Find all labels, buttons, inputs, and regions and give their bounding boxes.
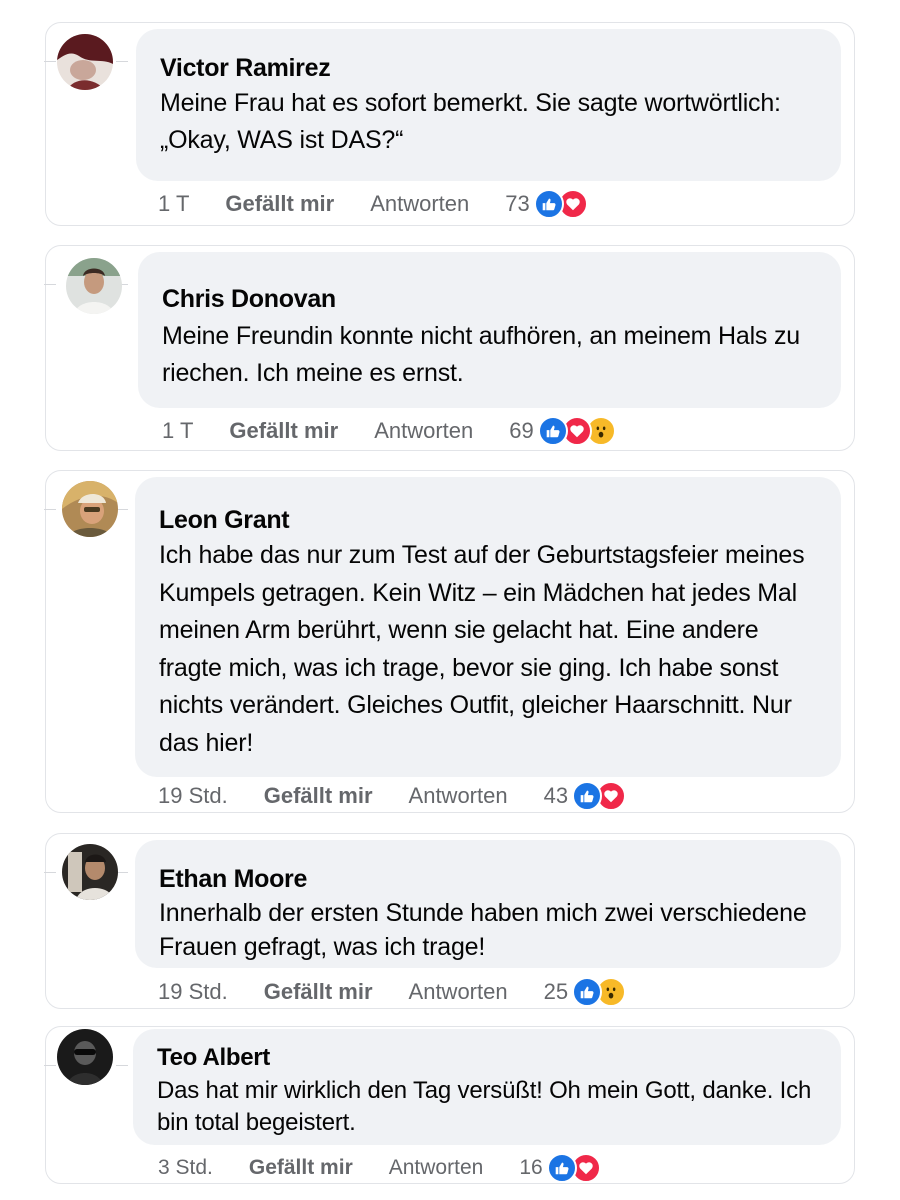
thread-line [44,284,56,285]
comment-time[interactable]: 19 Std. [158,783,228,809]
thread-line [44,872,56,873]
like-reaction-icon [546,1153,577,1183]
reaction-count[interactable]: 25 [544,979,568,1005]
reaction-icons[interactable] [537,416,616,446]
comment-card: Teo Albert Das hat mir wirklich den Tag … [44,1026,855,1184]
comment-time[interactable]: 3 Std. [158,1156,213,1180]
thread-line [116,1065,128,1066]
reaction-icons[interactable] [572,781,627,811]
comment-bubble: Ethan Moore Innerhalb der ersten Stunde … [135,840,841,968]
comment-bubble: Victor Ramirez Meine Frau hat es sofort … [136,29,841,181]
comment-actions: 19 Std. Gefällt mir Antworten 43 [158,781,627,811]
like-button[interactable]: Gefällt mir [264,979,373,1005]
comment-bubble: Chris Donovan Meine Freundin konnte nich… [138,252,841,408]
comment-author[interactable]: Ethan Moore [159,864,817,894]
thread-line [44,61,56,62]
reaction-icons[interactable] [572,977,627,1007]
like-button[interactable]: Gefällt mir [264,783,373,809]
thread-line [116,61,128,62]
comment-card: Chris Donovan Meine Freundin konnte nich… [44,245,855,451]
reaction-count[interactable]: 73 [505,191,529,217]
comment-actions: 19 Std. Gefällt mir Antworten 25 [158,977,627,1007]
comment-card: Victor Ramirez Meine Frau hat es sofort … [44,22,855,226]
avatar[interactable] [62,844,118,900]
reply-button[interactable]: Antworten [409,783,508,809]
like-button[interactable]: Gefällt mir [249,1156,353,1180]
avatar[interactable] [66,258,122,314]
comment-card: Ethan Moore Innerhalb der ersten Stunde … [44,833,855,1009]
comment-author[interactable]: Victor Ramirez [160,53,817,83]
comment-time[interactable]: 1 T [158,191,189,217]
reaction-count[interactable]: 69 [509,418,533,444]
comment-bubble: Teo Albert Das hat mir wirklich den Tag … [133,1029,841,1145]
avatar[interactable] [57,34,113,90]
comment-text: Meine Freundin konnte nicht aufhören, an… [162,322,800,387]
comment-text: Das hat mir wirklich den Tag versüßt! Oh… [157,1077,812,1136]
reply-button[interactable]: Antworten [374,418,473,444]
reaction-icons[interactable] [546,1153,601,1183]
avatar[interactable] [62,481,118,537]
comment-actions: 3 Std. Gefällt mir Antworten 16 [158,1153,601,1183]
like-reaction-icon [572,977,603,1007]
reply-button[interactable]: Antworten [389,1156,484,1180]
comment-card: Leon Grant Ich habe das nur zum Test auf… [44,470,855,813]
thread-line [44,509,56,510]
comment-time[interactable]: 19 Std. [158,979,228,1005]
comment-actions: 1 T Gefällt mir Antworten 73 [158,189,588,219]
comment-author[interactable]: Leon Grant [159,505,821,535]
comment-author[interactable]: Chris Donovan [162,284,817,314]
like-reaction-icon [537,416,568,446]
like-reaction-icon [572,781,603,811]
comment-time[interactable]: 1 T [162,418,193,444]
reaction-count[interactable]: 43 [544,783,568,809]
reaction-count[interactable]: 16 [519,1156,542,1180]
like-button[interactable]: Gefällt mir [229,418,338,444]
reply-button[interactable]: Antworten [370,191,469,217]
reply-button[interactable]: Antworten [409,979,508,1005]
comment-text: Ich habe das nur zum Test auf der Geburt… [159,541,805,757]
comment-text: Meine Frau hat es sofort bemerkt. Sie sa… [160,89,781,154]
thread-line [44,1065,56,1066]
comment-bubble: Leon Grant Ich habe das nur zum Test auf… [135,477,841,777]
like-button[interactable]: Gefällt mir [225,191,334,217]
avatar[interactable] [57,1029,113,1085]
comment-actions: 1 T Gefällt mir Antworten 69 [162,416,616,446]
comment-author[interactable]: Teo Albert [157,1043,817,1073]
like-reaction-icon [533,189,564,219]
comment-text: Innerhalb der ersten Stunde haben mich z… [159,899,807,961]
reaction-icons[interactable] [533,189,588,219]
